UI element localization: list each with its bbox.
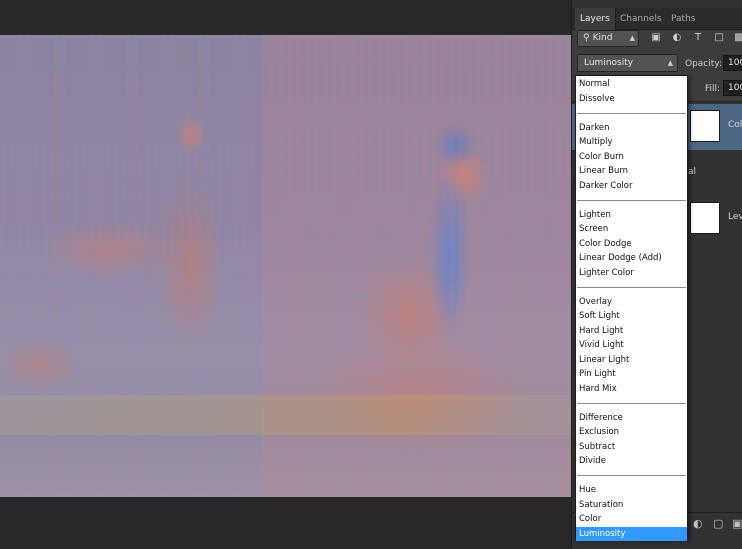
adjustment-layer-icon[interactable]: ◐ bbox=[693, 517, 703, 530]
smart-object-filter-icon[interactable]: ▩ bbox=[732, 31, 742, 45]
blend-opacity-row: Luminosity ▲︎ Opacity: 100% bbox=[572, 50, 742, 75]
adjustment-layer-filter-icon[interactable]: ◐ bbox=[670, 31, 684, 45]
menu-separator bbox=[577, 286, 686, 288]
canvas-workspace[interactable] bbox=[0, 0, 571, 549]
blend-mode-option[interactable]: Hard Mix bbox=[576, 382, 687, 397]
layer-name: al bbox=[688, 167, 697, 177]
blend-mode-option[interactable]: Vivid Light bbox=[576, 338, 687, 353]
blend-mode-value: Luminosity bbox=[584, 58, 634, 68]
blend-mode-option[interactable]: Color bbox=[576, 512, 687, 527]
blend-mode-option[interactable]: Overlay bbox=[576, 295, 687, 310]
opacity-label: Opacity: bbox=[685, 59, 722, 69]
blend-mode-option[interactable]: Screen bbox=[576, 222, 687, 237]
blend-mode-option[interactable]: Lighten bbox=[576, 208, 687, 223]
blend-mode-option[interactable]: Hard Light bbox=[576, 324, 687, 339]
kind-filter-label: Kind bbox=[592, 33, 613, 43]
fill-label: Fill: bbox=[705, 84, 721, 94]
search-icon: ⚲ bbox=[583, 33, 590, 43]
blend-mode-option[interactable]: Multiply bbox=[576, 135, 687, 150]
chevron-down-icon: ▲︎ bbox=[667, 59, 673, 67]
folder-icon[interactable]: ▢ bbox=[713, 517, 723, 530]
blend-mode-option[interactable]: Difference bbox=[576, 411, 687, 426]
menu-separator bbox=[577, 112, 686, 114]
layer-thumbnail bbox=[690, 110, 720, 142]
stepper-arrows-icon: ▲ bbox=[629, 34, 635, 42]
blend-mode-option[interactable]: Dissolve bbox=[576, 92, 687, 107]
blend-mode-option[interactable]: Soft Light bbox=[576, 309, 687, 324]
blend-mode-option[interactable]: Pin Light bbox=[576, 367, 687, 382]
blend-mode-option[interactable]: Linear Burn bbox=[576, 164, 687, 179]
blend-mode-option[interactable]: Darker Color bbox=[576, 179, 687, 194]
opacity-input[interactable]: 100% bbox=[723, 55, 742, 71]
image-sill-band bbox=[0, 395, 571, 435]
new-layer-icon[interactable]: ▣ bbox=[732, 517, 742, 530]
blend-mode-option[interactable]: Hue bbox=[576, 483, 687, 498]
layer-filter-row: ⚲ Kind ▲ ▣ ◐ T □ ▩ bbox=[572, 30, 742, 50]
panel-tabbar: Layers Channels Paths bbox=[572, 8, 742, 30]
blend-mode-option[interactable]: Saturation bbox=[576, 498, 687, 513]
blend-mode-option[interactable]: Exclusion bbox=[576, 425, 687, 440]
type-layer-filter-icon[interactable]: T bbox=[691, 31, 705, 45]
blend-mode-menu: Normal Dissolve Darken Multiply Color Burn Li… bbox=[575, 75, 688, 541]
blend-mode-option[interactable]: Subtract bbox=[576, 440, 687, 455]
blend-mode-option[interactable]: Linear Light bbox=[576, 353, 687, 368]
layer-thumbnail bbox=[690, 202, 720, 234]
menu-separator bbox=[577, 199, 686, 201]
shape-layer-filter-icon[interactable]: □ bbox=[712, 31, 726, 45]
blend-mode-option[interactable]: Normal bbox=[576, 77, 687, 92]
fill-input[interactable]: 100% bbox=[723, 80, 742, 96]
layer-name: Color bbox=[728, 120, 742, 130]
blend-mode-option[interactable]: Luminosity bbox=[576, 526, 687, 541]
blend-mode-option[interactable]: Linear Dodge (Add) bbox=[576, 251, 687, 266]
blend-mode-option[interactable]: Color Burn bbox=[576, 150, 687, 165]
kind-filter-select[interactable]: ⚲ Kind ▲ bbox=[577, 30, 639, 47]
blend-mode-option[interactable]: Color Dodge bbox=[576, 237, 687, 252]
menu-separator bbox=[577, 475, 686, 477]
tab-paths[interactable]: Paths bbox=[666, 8, 700, 30]
pixel-layer-filter-icon[interactable]: ▣ bbox=[649, 31, 663, 45]
document-canvas[interactable] bbox=[0, 35, 571, 497]
blend-mode-select[interactable]: Luminosity ▲︎ bbox=[577, 54, 678, 72]
blend-mode-option[interactable]: Darken bbox=[576, 121, 687, 136]
blend-mode-option[interactable]: Divide bbox=[576, 454, 687, 469]
layer-name: Lev bbox=[728, 212, 742, 222]
menu-separator bbox=[577, 402, 686, 404]
blend-mode-option[interactable]: Lighter Color bbox=[576, 266, 687, 281]
tab-layers[interactable]: Layers bbox=[575, 8, 616, 30]
tab-channels[interactable]: Channels bbox=[615, 8, 667, 30]
